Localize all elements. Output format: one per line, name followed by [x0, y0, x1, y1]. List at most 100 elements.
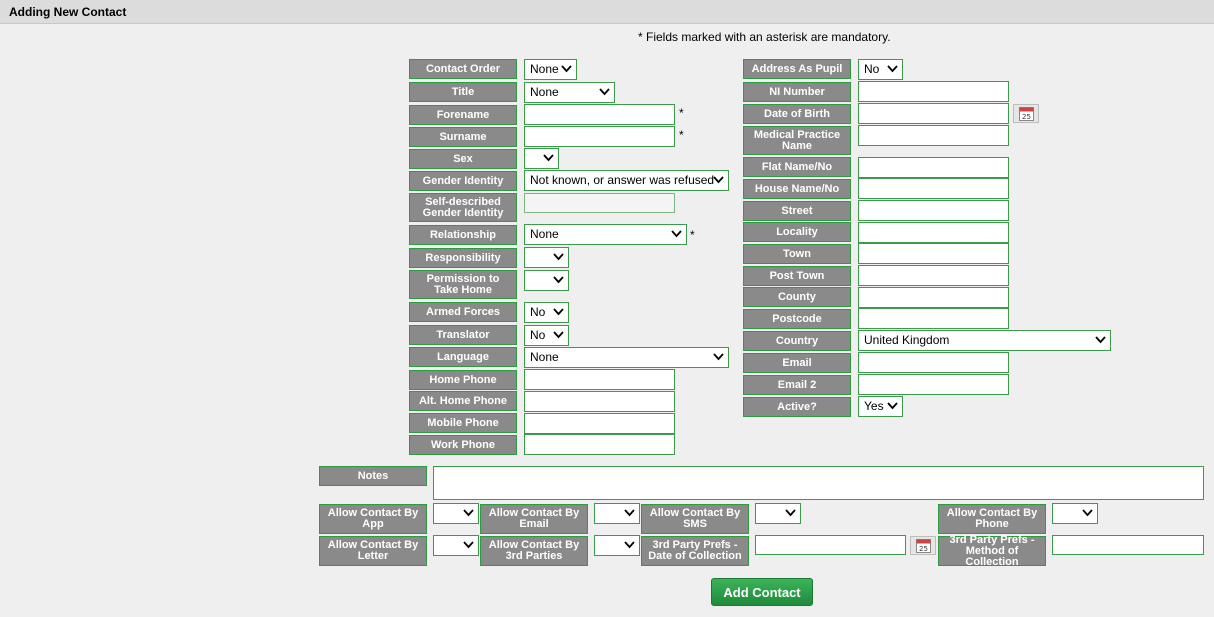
dob-calendar-button[interactable]: 25: [1013, 104, 1039, 123]
translator-select[interactable]: No: [524, 325, 569, 346]
chevron-down-icon: [553, 253, 564, 261]
3rd-party-date-input[interactable]: [755, 535, 906, 555]
label-alt-home-phone: Alt. Home Phone: [409, 391, 517, 411]
translator-value: No: [530, 328, 546, 342]
armed-forces-select[interactable]: No: [524, 302, 569, 323]
contact-order-value: None: [530, 62, 559, 76]
ni-number-input[interactable]: [858, 81, 1009, 102]
allow-phone-select[interactable]: [1052, 503, 1098, 524]
chevron-down-icon: [624, 541, 635, 549]
label-county: County: [743, 287, 851, 307]
allow-3rd-parties-select[interactable]: [594, 535, 640, 556]
contact-order-select[interactable]: None: [524, 59, 577, 80]
label-language: Language: [409, 347, 517, 367]
post-town-input[interactable]: [858, 265, 1009, 286]
3rd-party-method-input[interactable]: [1052, 535, 1204, 555]
sex-select[interactable]: [524, 148, 559, 169]
label-postcode: Postcode: [743, 309, 851, 329]
svg-text:25: 25: [1022, 113, 1031, 121]
chevron-down-icon: [553, 331, 564, 339]
label-street: Street: [743, 201, 851, 221]
label-allow-sms: Allow Contact By SMS: [641, 504, 749, 534]
chevron-down-icon: [553, 308, 564, 316]
allow-letter-select[interactable]: [433, 535, 479, 556]
house-name-input[interactable]: [858, 178, 1009, 199]
chevron-down-icon: [599, 88, 610, 96]
label-active: Active?: [743, 397, 851, 417]
alt-home-phone-input[interactable]: [524, 391, 675, 412]
label-address-as-pupil: Address As Pupil: [743, 59, 851, 79]
email-2-input[interactable]: [858, 374, 1009, 395]
chevron-down-icon: [624, 509, 635, 517]
label-title: Title: [409, 82, 517, 102]
responsibility-select[interactable]: [524, 247, 569, 268]
self-described-gender-input[interactable]: [524, 193, 675, 213]
label-date-of-birth: Date of Birth: [743, 104, 851, 124]
required-asterisk: *: [690, 228, 695, 242]
add-contact-button[interactable]: Add Contact: [711, 578, 813, 606]
allow-app-select[interactable]: [433, 503, 479, 524]
label-permission-take-home: Permission to Take Home: [409, 270, 517, 299]
label-allow-letter: Allow Contact By Letter: [319, 536, 427, 566]
relationship-select[interactable]: None: [524, 224, 687, 245]
county-input[interactable]: [858, 287, 1009, 308]
gender-identity-select[interactable]: Not known, or answer was refused: [524, 170, 729, 191]
permission-take-home-select[interactable]: [524, 270, 569, 291]
label-mobile-phone: Mobile Phone: [409, 413, 517, 433]
chevron-down-icon: [671, 230, 682, 238]
home-phone-input[interactable]: [524, 369, 675, 390]
active-select[interactable]: Yes: [858, 396, 903, 417]
mobile-phone-input[interactable]: [524, 413, 675, 434]
street-input[interactable]: [858, 200, 1009, 221]
label-notes: Notes: [319, 466, 427, 486]
calendar-icon: 25: [916, 539, 931, 553]
label-allow-3rd-parties: Allow Contact By 3rd Parties: [480, 536, 588, 566]
label-3rd-party-method: 3rd Party Prefs - Method of Collection: [938, 534, 1046, 567]
language-select[interactable]: None: [524, 347, 729, 368]
forename-input[interactable]: [524, 104, 675, 125]
required-asterisk: *: [679, 106, 684, 120]
label-email-2: Email 2: [743, 375, 851, 395]
title-value: None: [530, 85, 559, 99]
label-email: Email: [743, 353, 851, 373]
required-asterisk: *: [679, 128, 684, 142]
label-relationship: Relationship: [409, 225, 517, 245]
label-translator: Translator: [409, 325, 517, 345]
address-as-pupil-select[interactable]: No: [858, 59, 903, 80]
armed-forces-value: No: [530, 305, 546, 319]
label-medical-practice: Medical Practice Name: [743, 126, 851, 155]
label-armed-forces: Armed Forces: [409, 302, 517, 322]
label-contact-order: Contact Order: [409, 59, 517, 79]
allow-email-select[interactable]: [594, 503, 640, 524]
flat-name-input[interactable]: [858, 157, 1009, 178]
chevron-down-icon: [543, 154, 554, 162]
chevron-down-icon: [463, 509, 474, 517]
label-self-described-gender: Self-described Gender Identity: [409, 193, 517, 222]
chevron-down-icon: [887, 65, 898, 73]
locality-input[interactable]: [858, 222, 1009, 243]
town-input[interactable]: [858, 243, 1009, 264]
label-forename: Forename: [409, 105, 517, 125]
work-phone-input[interactable]: [524, 434, 675, 455]
country-select[interactable]: United Kingdom: [858, 330, 1111, 351]
label-ni-number: NI Number: [743, 82, 851, 102]
label-home-phone: Home Phone: [409, 370, 517, 390]
3rd-party-date-calendar-button[interactable]: 25: [910, 536, 936, 555]
surname-input[interactable]: [524, 126, 675, 147]
svg-text:25: 25: [919, 545, 928, 553]
notes-textarea[interactable]: [433, 466, 1204, 500]
chevron-down-icon: [785, 509, 796, 517]
country-value: United Kingdom: [864, 333, 950, 347]
allow-sms-select[interactable]: [755, 503, 801, 524]
label-allow-email: Allow Contact By Email: [480, 504, 588, 534]
address-as-pupil-value: No: [864, 62, 880, 76]
title-select[interactable]: None: [524, 82, 615, 103]
medical-practice-input[interactable]: [858, 125, 1009, 146]
active-value: Yes: [864, 399, 884, 413]
email-input[interactable]: [858, 352, 1009, 373]
label-work-phone: Work Phone: [409, 435, 517, 455]
page-title: Adding New Contact: [0, 0, 1214, 24]
date-of-birth-input[interactable]: [858, 103, 1009, 124]
label-flat-name: Flat Name/No: [743, 157, 851, 177]
postcode-input[interactable]: [858, 308, 1009, 329]
